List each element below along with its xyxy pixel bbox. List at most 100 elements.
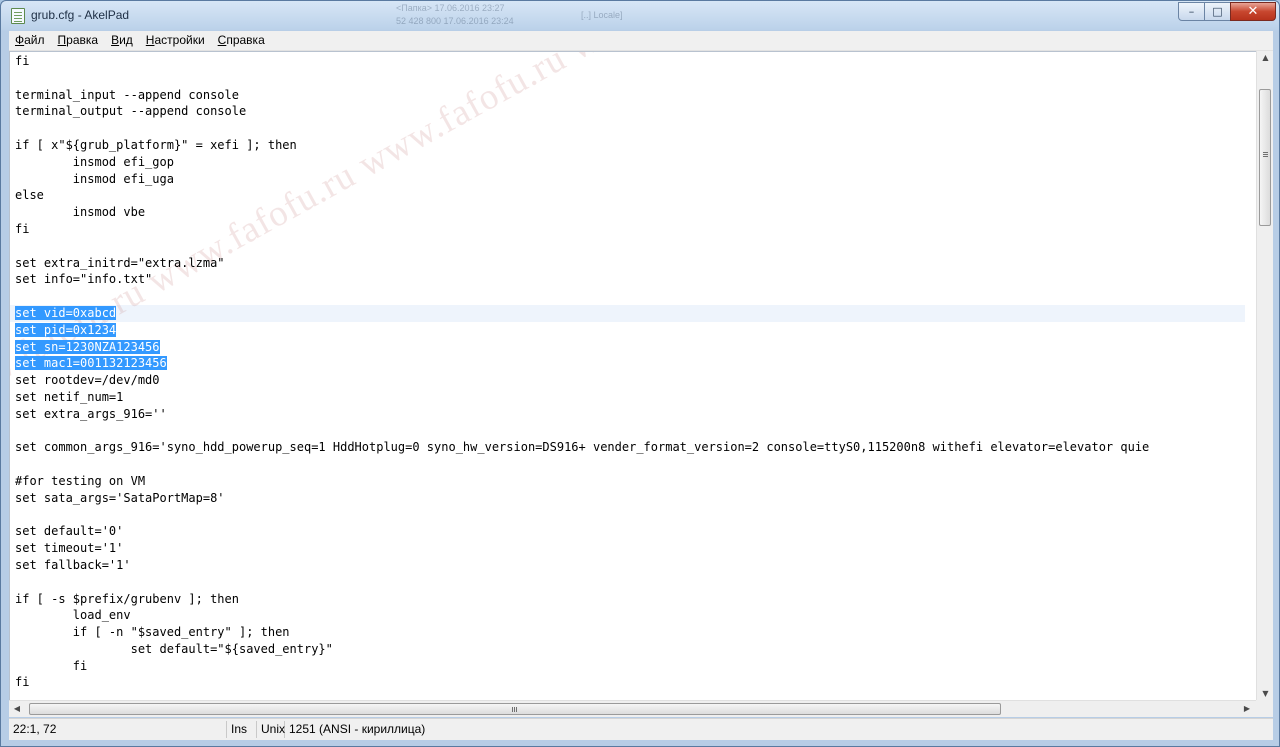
line-text: fi <box>15 658 88 673</box>
code-line[interactable]: insmod efi_uga <box>15 171 1149 188</box>
code-line[interactable]: set common_args_916='syno_hdd_powerup_se… <box>15 439 1149 456</box>
status-codepage[interactable]: 1251 (ANSI - кириллица) <box>285 721 485 738</box>
code-line[interactable]: if [ -s $prefix/grubenv ]; then <box>15 591 1149 608</box>
status-bar: 22:1, 72 Ins Unix 1251 (ANSI - кириллица… <box>9 718 1273 740</box>
scroll-down-icon[interactable]: ▼ <box>1257 689 1274 698</box>
code-line[interactable]: insmod efi_gop <box>15 154 1149 171</box>
line-text: fi <box>15 54 30 68</box>
line-text: insmod efi_gop <box>15 154 174 169</box>
menu-bar: Файл Правка Вид Настройки Справка <box>9 31 1273 51</box>
menu-settings[interactable]: Настройки <box>140 31 212 50</box>
selected-text: set sn=1230NZA123456 <box>15 339 160 354</box>
window-title: grub.cfg - AkelPad <box>31 8 130 22</box>
code-line[interactable]: set rootdev=/dev/md0 <box>15 372 1149 389</box>
line-text: set info="info.txt" <box>15 272 153 287</box>
minimize-button[interactable]: – <box>1178 2 1205 21</box>
code-line[interactable]: set timeout='1' <box>15 540 1149 557</box>
line-text: set common_args_916='syno_hdd_powerup_se… <box>15 440 1150 455</box>
grip-icon <box>512 707 513 712</box>
menu-file[interactable]: Файл <box>9 31 52 50</box>
selected-text: set mac1=001132123456 <box>15 356 167 371</box>
code-line[interactable]: set sata_args='SataPortMap=8' <box>15 490 1149 507</box>
code-line[interactable]: set pid=0x1234 <box>15 322 1149 339</box>
line-text: insmod vbe <box>15 205 146 220</box>
code-line[interactable]: set sn=1230NZA123456 <box>15 339 1149 356</box>
code-line[interactable]: terminal_input --append console <box>15 87 1149 104</box>
grip-icon <box>1263 152 1268 153</box>
window-controls: – □ ✕ <box>1178 2 1276 22</box>
line-text: set default='0' <box>15 524 124 539</box>
code-line[interactable] <box>15 288 1149 305</box>
title-bar[interactable]: grub.cfg - AkelPad <Папка> 17.06.2016 23… <box>1 1 1279 31</box>
code-line[interactable] <box>15 120 1149 137</box>
code-line[interactable]: set mac1=001132123456 <box>15 355 1149 372</box>
line-text: set rootdev=/dev/md0 <box>15 373 160 388</box>
vertical-scrollbar[interactable]: ▲ ▼ <box>1256 51 1273 700</box>
menu-edit[interactable]: Правка <box>52 31 106 50</box>
code-line[interactable] <box>15 423 1149 440</box>
code-lines: fi terminal_input --append console termina… <box>10 53 1246 691</box>
scroll-left-icon[interactable]: ◀ <box>12 704 22 713</box>
status-newline[interactable]: Unix <box>257 721 285 738</box>
line-text: if [ -s $prefix/grubenv ]; then <box>15 591 239 606</box>
code-line[interactable]: set extra_args_916='' <box>15 406 1149 423</box>
menu-view[interactable]: Вид <box>105 31 140 50</box>
horizontal-scroll-thumb[interactable] <box>29 703 1001 715</box>
akelpad-window: grub.cfg - AkelPad <Папка> 17.06.2016 23… <box>0 0 1280 747</box>
line-text: fi <box>15 675 30 690</box>
line-text: set sata_args='SataPortMap=8' <box>15 490 225 505</box>
line-text: set extra_initrd="extra.lzma" <box>15 255 225 270</box>
code-line[interactable] <box>15 70 1149 87</box>
code-line[interactable] <box>15 574 1149 591</box>
vertical-scroll-thumb[interactable] <box>1259 89 1271 226</box>
code-line[interactable]: fi <box>15 221 1149 238</box>
line-text: set fallback='1' <box>15 557 131 572</box>
line-text: terminal_output --append console <box>15 104 247 119</box>
code-line[interactable]: set vid=0xabcd <box>10 304 1246 322</box>
line-text: #for testing on VM <box>15 473 146 488</box>
line-text: insmod efi_uga <box>15 171 174 186</box>
code-line[interactable]: set extra_initrd="extra.lzma" <box>15 255 1149 272</box>
line-text: set default="${saved_entry}" <box>15 641 333 656</box>
close-icon: ✕ <box>1247 4 1259 19</box>
horizontal-scrollbar[interactable]: ◀ ▶ <box>9 700 1256 717</box>
line-text: load_env <box>15 608 131 623</box>
code-line[interactable]: #for testing on VM <box>15 473 1149 490</box>
code-line[interactable]: load_env <box>15 607 1149 624</box>
line-text: set netif_num=1 <box>15 389 124 404</box>
line-text: set timeout='1' <box>15 541 124 556</box>
status-cursor-position: 22:1, 72 <box>9 721 227 738</box>
code-line[interactable]: if [ -n "$saved_entry" ]; then <box>15 624 1149 641</box>
selected-text: set vid=0xabcd <box>15 305 117 320</box>
selected-text: set pid=0x1234 <box>15 322 117 337</box>
code-line[interactable]: terminal_output --append console <box>15 103 1149 120</box>
menu-help[interactable]: Справка <box>212 31 272 50</box>
text-editor[interactable]: fi terminal_input --append console termina… <box>9 51 1257 700</box>
code-line[interactable]: fi <box>15 658 1149 675</box>
minimize-icon: – <box>1188 5 1195 18</box>
status-insert-mode[interactable]: Ins <box>227 721 257 738</box>
code-line[interactable] <box>15 507 1149 524</box>
code-line[interactable]: set default="${saved_entry}" <box>15 641 1149 658</box>
code-line[interactable]: set netif_num=1 <box>15 389 1149 406</box>
line-text: else <box>15 188 44 203</box>
line-text: terminal_input --append console <box>15 87 239 102</box>
code-line[interactable]: else <box>15 187 1149 204</box>
code-line[interactable]: set default='0' <box>15 523 1149 540</box>
maximize-button[interactable]: □ <box>1204 2 1231 21</box>
code-line[interactable] <box>15 456 1149 473</box>
line-text: fi <box>15 221 30 236</box>
close-button[interactable]: ✕ <box>1230 2 1276 21</box>
scrollbar-corner <box>1256 700 1273 717</box>
scroll-right-icon[interactable]: ▶ <box>1242 704 1252 713</box>
notepad-icon <box>11 8 25 24</box>
code-line[interactable]: fi <box>15 674 1149 691</box>
scroll-up-icon[interactable]: ▲ <box>1257 53 1274 62</box>
line-text: if [ x"${grub_platform}" = xefi ]; then <box>15 137 297 152</box>
maximize-icon: □ <box>1212 5 1223 18</box>
code-line[interactable]: set fallback='1' <box>15 557 1149 574</box>
code-line[interactable]: insmod vbe <box>15 204 1149 221</box>
code-line[interactable]: if [ x"${grub_platform}" = xefi ]; then <box>15 137 1149 154</box>
line-text: if [ -n "$saved_entry" ]; then <box>15 625 290 640</box>
line-text: set extra_args_916='' <box>15 406 167 421</box>
